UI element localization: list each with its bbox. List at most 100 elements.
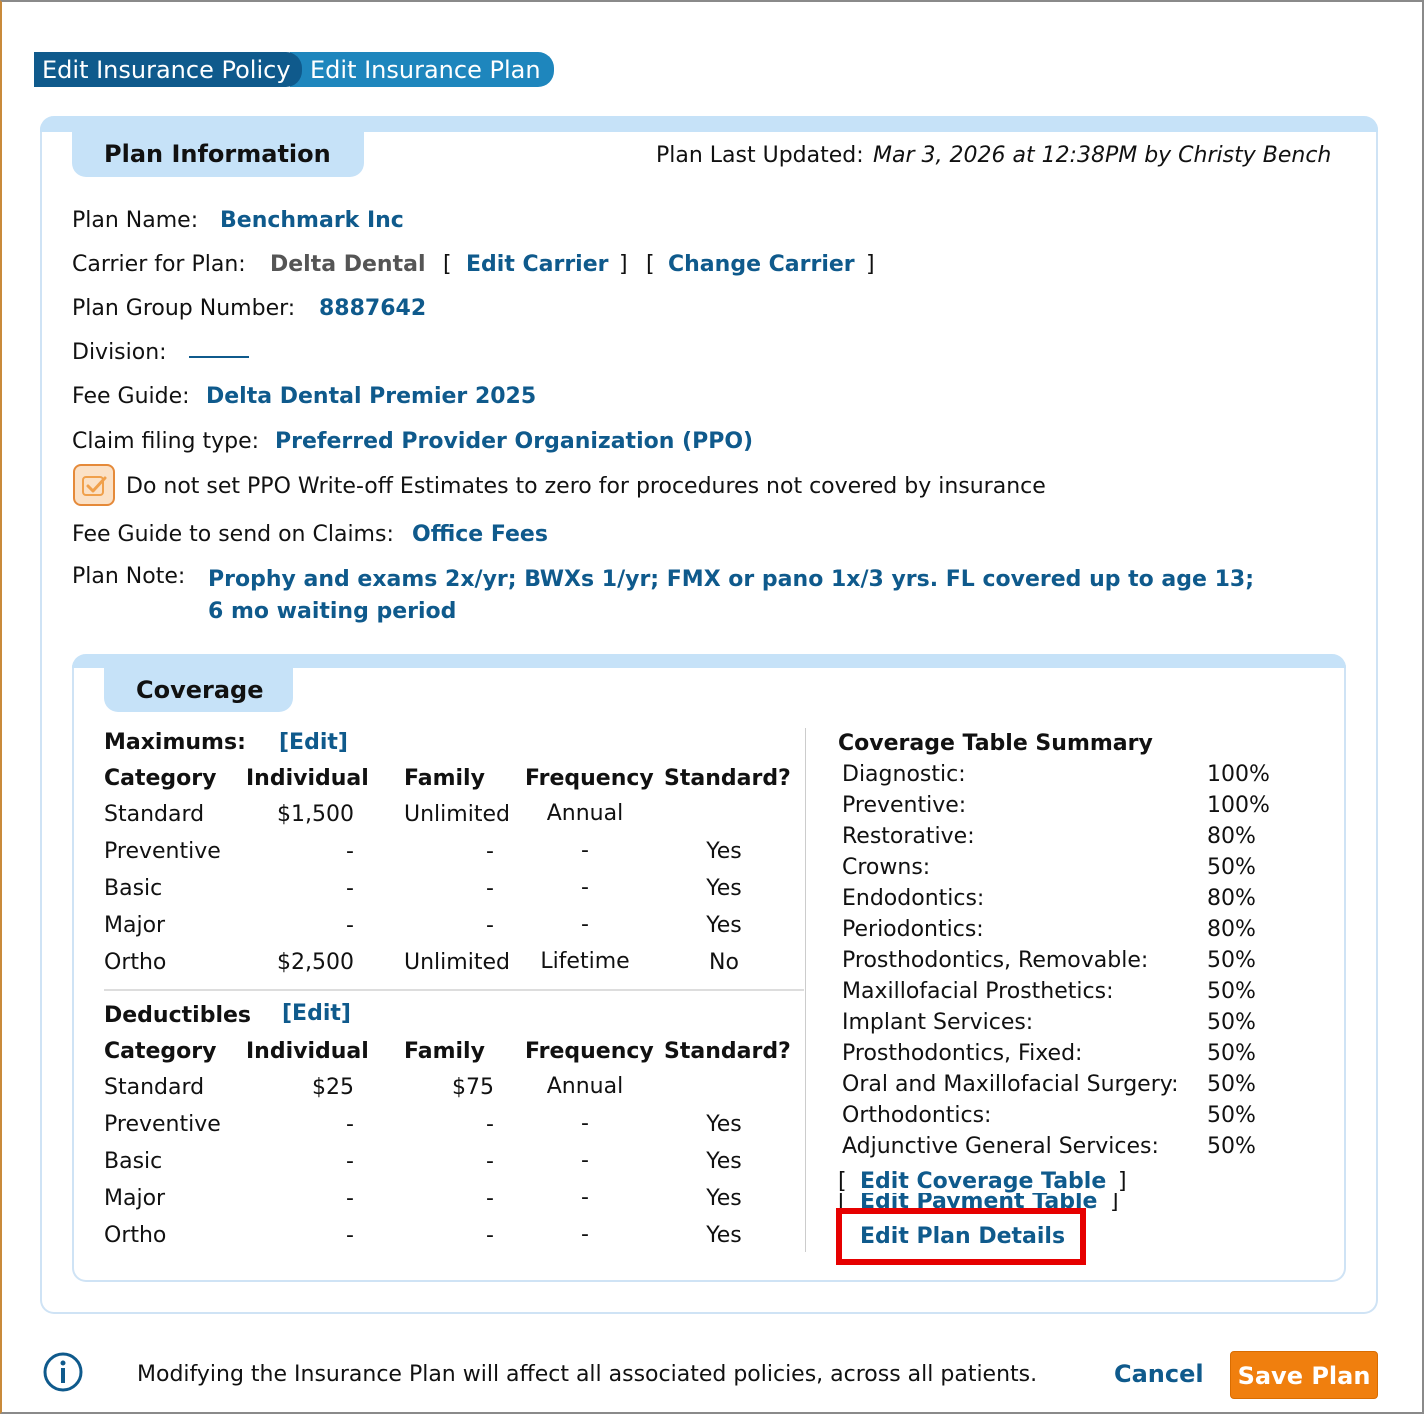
summary-category: Implant Services:: [842, 1010, 1034, 1035]
summary-percent: 100%: [1207, 793, 1270, 818]
edit-plan-details-link[interactable]: Edit Plan Details: [860, 1224, 1065, 1249]
summary-percent: 80%: [1207, 917, 1256, 942]
summary-percent: 80%: [1207, 886, 1256, 911]
footer-message: Modifying the Insurance Plan will affect…: [137, 1362, 1038, 1387]
summary-category: Maxillofacial Prosthetics:: [842, 979, 1114, 1004]
deductibles-cell: -: [486, 1112, 494, 1137]
claims-fee-guide-value[interactable]: Office Fees: [412, 522, 548, 547]
maximums-header-individual: Individual: [246, 766, 369, 791]
fee-guide-value[interactable]: Delta Dental Premier 2025: [206, 384, 536, 409]
carrier-label: Carrier for Plan:: [72, 252, 246, 277]
maximums-cell: Unlimited: [404, 802, 510, 827]
deductibles-cell: Yes: [706, 1186, 742, 1211]
deductibles-cell: Ortho: [104, 1223, 167, 1248]
deductibles-cell: Yes: [706, 1112, 742, 1137]
maximums-edit-link[interactable]: [Edit]: [279, 730, 348, 755]
maximums-header-family: Family: [404, 766, 485, 791]
summary-category: Orthodontics:: [842, 1103, 992, 1128]
bracket-open: [: [646, 252, 655, 277]
maximums-cell: Basic: [104, 876, 163, 901]
deductibles-header-category: Category: [104, 1039, 217, 1064]
summary-category: Adjunctive General Services:: [842, 1134, 1159, 1159]
ppo-writeoff-checkbox[interactable]: [73, 464, 115, 506]
carrier-value: Delta Dental: [270, 252, 426, 277]
maximums-cell: -: [346, 876, 354, 901]
maximums-cell: Unlimited: [404, 950, 510, 975]
deductibles-edit-link[interactable]: [Edit]: [282, 1001, 351, 1026]
maximums-cell: Yes: [706, 913, 742, 938]
summary-percent: 50%: [1207, 1072, 1256, 1097]
deductibles-cell: Annual: [546, 1074, 624, 1099]
maximums-cell: Preventive: [104, 839, 221, 864]
maximums-cell: Yes: [706, 876, 742, 901]
last-updated-value: Mar 3, 2026 at 12:38PM by Christy Bench: [873, 143, 1332, 168]
bracket-open: [: [838, 1169, 847, 1194]
deductibles-cell: -: [346, 1223, 354, 1248]
plan-information-title: Plan Information: [72, 130, 364, 177]
last-updated-label: Plan Last Updated:: [656, 143, 864, 168]
maximums-cell: $1,500: [277, 802, 354, 827]
summary-category: Oral and Maxillofacial Surgery:: [842, 1072, 1179, 1097]
maximums-header-standard: Standard?: [664, 766, 791, 791]
summary-category: Periodontics:: [842, 917, 984, 942]
claim-type-value[interactable]: Preferred Provider Organization (PPO): [275, 429, 753, 454]
claims-fee-guide-label: Fee Guide to send on Claims:: [72, 522, 394, 547]
group-number-value[interactable]: 8887642: [319, 296, 426, 321]
maximums-cell: -: [581, 912, 589, 937]
summary-percent: 50%: [1207, 855, 1256, 880]
maximums-cell: Ortho: [104, 950, 167, 975]
check-icon: [82, 476, 107, 496]
maximums-cell: -: [486, 876, 494, 901]
deductibles-cell: Yes: [706, 1149, 742, 1174]
deductibles-cell: -: [581, 1185, 589, 1210]
plan-note-line-1[interactable]: Prophy and exams 2x/yr; BWXs 1/yr; FMX o…: [208, 567, 1254, 592]
summary-percent: 50%: [1207, 1103, 1256, 1128]
info-icon: [43, 1352, 83, 1392]
claim-type-label: Claim filing type:: [72, 429, 260, 454]
plan-note-label: Plan Note:: [72, 564, 186, 589]
summary-category: Restorative:: [842, 824, 975, 849]
tab-edit-insurance-policy[interactable]: Edit Insurance Policy: [34, 52, 302, 87]
deductibles-cell: Yes: [706, 1223, 742, 1248]
bracket-close: ]: [866, 252, 875, 277]
division-empty-link[interactable]: [189, 356, 249, 358]
maximums-header-category: Category: [104, 766, 217, 791]
maximums-cell: -: [346, 839, 354, 864]
deductibles-cell: -: [581, 1222, 589, 1247]
deductibles-cell: -: [581, 1111, 589, 1136]
coverage-vertical-divider: [805, 728, 806, 1252]
deductibles-header-individual: Individual: [246, 1039, 369, 1064]
summary-percent: 80%: [1207, 824, 1256, 849]
deductibles-cell: Major: [104, 1186, 166, 1211]
cancel-button[interactable]: Cancel: [1114, 1360, 1204, 1388]
maximums-cell: Yes: [706, 839, 742, 864]
plan-name-label: Plan Name:: [72, 208, 199, 233]
deductibles-cell: $25: [312, 1075, 354, 1100]
coverage-horizontal-divider: [104, 989, 804, 991]
tab-edit-insurance-plan[interactable]: Edit Insurance Plan: [290, 52, 554, 87]
deductibles-cell: $75: [452, 1075, 494, 1100]
deductibles-header-frequency: Frequency: [525, 1039, 654, 1064]
deductibles-cell: -: [581, 1148, 589, 1173]
maximums-label: Maximums:: [104, 730, 246, 755]
summary-category: Preventive:: [842, 793, 967, 818]
deductibles-header-standard: Standard?: [664, 1039, 791, 1064]
bracket-close: ]: [1118, 1169, 1127, 1194]
deductibles-cell: Preventive: [104, 1112, 221, 1137]
maximums-header-frequency: Frequency: [525, 766, 654, 791]
save-plan-button[interactable]: Save Plan: [1230, 1351, 1378, 1399]
plan-note-line-2[interactable]: 6 mo waiting period: [208, 599, 456, 624]
maximums-cell: Lifetime: [540, 949, 630, 974]
deductibles-cell: -: [346, 1149, 354, 1174]
summary-category: Crowns:: [842, 855, 931, 880]
group-number-label: Plan Group Number:: [72, 296, 296, 321]
coverage-title: Coverage: [104, 666, 293, 712]
deductibles-cell: Standard: [104, 1075, 205, 1100]
change-carrier-link[interactable]: Change Carrier: [668, 252, 855, 277]
ppo-writeoff-label: Do not set PPO Write-off Estimates to ze…: [126, 474, 1046, 499]
plan-name-value[interactable]: Benchmark Inc: [220, 208, 404, 233]
edit-coverage-table-link[interactable]: Edit Coverage Table: [860, 1169, 1106, 1194]
maximums-cell: -: [346, 913, 354, 938]
maximums-cell: No: [709, 950, 739, 975]
edit-carrier-link[interactable]: Edit Carrier: [466, 252, 609, 277]
